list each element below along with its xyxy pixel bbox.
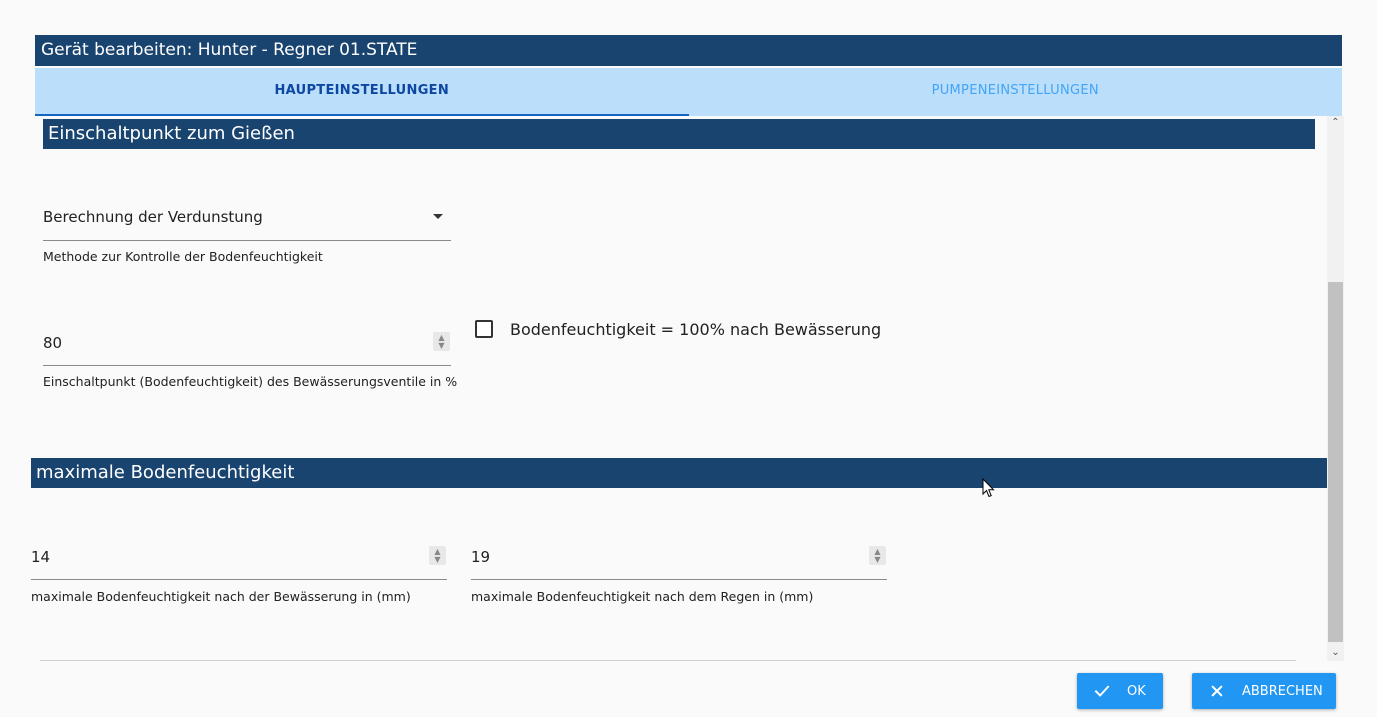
dropdown-arrow-icon[interactable] bbox=[433, 214, 443, 219]
check-icon bbox=[1094, 685, 1110, 697]
spinner-down-icon[interactable]: ▼ bbox=[873, 555, 882, 564]
section-header-switch-point: Einschaltpunkt zum Gießen bbox=[43, 119, 1315, 149]
scrollbar-thumb[interactable] bbox=[1328, 282, 1343, 642]
dialog-footer: OK ABBRECHEN bbox=[0, 661, 1377, 717]
mouse-cursor-icon bbox=[982, 478, 995, 498]
max-after-rain-spinner[interactable]: ▲ ▼ bbox=[869, 546, 886, 565]
edit-device-dialog: Gerät bearbeiten: Hunter - Regner 01.STA… bbox=[0, 0, 1377, 717]
switch-point-underline bbox=[43, 365, 451, 366]
tab-bar: HAUPTEINSTELLUNGEN PUMPENEINSTELLUNGEN bbox=[35, 68, 1342, 116]
max-after-rain-underline bbox=[471, 579, 887, 580]
dialog-content: Einschaltpunkt zum Gießen Berechnung der… bbox=[0, 116, 1377, 661]
cancel-button-label: ABBRECHEN bbox=[1242, 683, 1323, 699]
ok-button[interactable]: OK bbox=[1077, 673, 1163, 709]
section-header-max-moisture: maximale Bodenfeuchtigkeit bbox=[31, 458, 1327, 488]
switch-point-value: 80 bbox=[43, 334, 63, 352]
method-select-helper: Methode zur Kontrolle der Bodenfeuchtigk… bbox=[43, 249, 323, 264]
moisture-100-checkbox[interactable] bbox=[475, 320, 493, 338]
max-after-irrigation-underline bbox=[31, 579, 447, 580]
method-select-underline bbox=[43, 240, 451, 241]
switch-point-spinner[interactable]: ▲ ▼ bbox=[433, 332, 450, 351]
scroll-down-icon[interactable]: ⌄ bbox=[1327, 646, 1344, 660]
ok-button-label: OK bbox=[1127, 683, 1146, 699]
max-after-rain-value: 19 bbox=[471, 548, 491, 566]
max-after-irrigation-input[interactable]: 14 ▲ ▼ maximale Bodenfeuchtigkeit nach d… bbox=[31, 545, 447, 615]
spinner-down-icon[interactable]: ▼ bbox=[433, 555, 442, 564]
method-select-value: Berechnung der Verdunstung bbox=[43, 208, 263, 226]
max-after-irrigation-spinner[interactable]: ▲ ▼ bbox=[429, 546, 446, 565]
moisture-100-checkbox-label[interactable]: Bodenfeuchtigkeit = 100% nach Bewässerun… bbox=[510, 320, 881, 339]
max-after-irrigation-helper: maximale Bodenfeuchtigkeit nach der Bewä… bbox=[31, 589, 411, 604]
scroll-up-icon[interactable]: ⌃ bbox=[1327, 116, 1344, 130]
max-after-rain-helper: maximale Bodenfeuchtigkeit nach dem Rege… bbox=[471, 589, 814, 604]
tab-main-settings[interactable]: HAUPTEINSTELLUNGEN bbox=[35, 68, 689, 116]
max-after-rain-input[interactable]: 19 ▲ ▼ maximale Bodenfeuchtigkeit nach d… bbox=[471, 545, 887, 615]
close-icon bbox=[1211, 685, 1223, 697]
cancel-button[interactable]: ABBRECHEN bbox=[1192, 673, 1336, 709]
max-after-irrigation-value: 14 bbox=[31, 548, 51, 566]
tab-pump-settings[interactable]: PUMPENEINSTELLUNGEN bbox=[689, 68, 1343, 116]
dialog-title: Gerät bearbeiten: Hunter - Regner 01.STA… bbox=[35, 35, 1342, 66]
switch-point-helper: Einschaltpunkt (Bodenfeuchtigkeit) des B… bbox=[43, 374, 458, 389]
method-select[interactable]: Berechnung der Verdunstung Methode zur K… bbox=[43, 204, 451, 274]
spinner-down-icon[interactable]: ▼ bbox=[437, 341, 446, 350]
switch-point-input[interactable]: 80 ▲ ▼ Einschaltpunkt (Bodenfeuchtigkeit… bbox=[43, 330, 457, 400]
content-scrollbar[interactable]: ⌃ ⌄ bbox=[1327, 116, 1344, 661]
